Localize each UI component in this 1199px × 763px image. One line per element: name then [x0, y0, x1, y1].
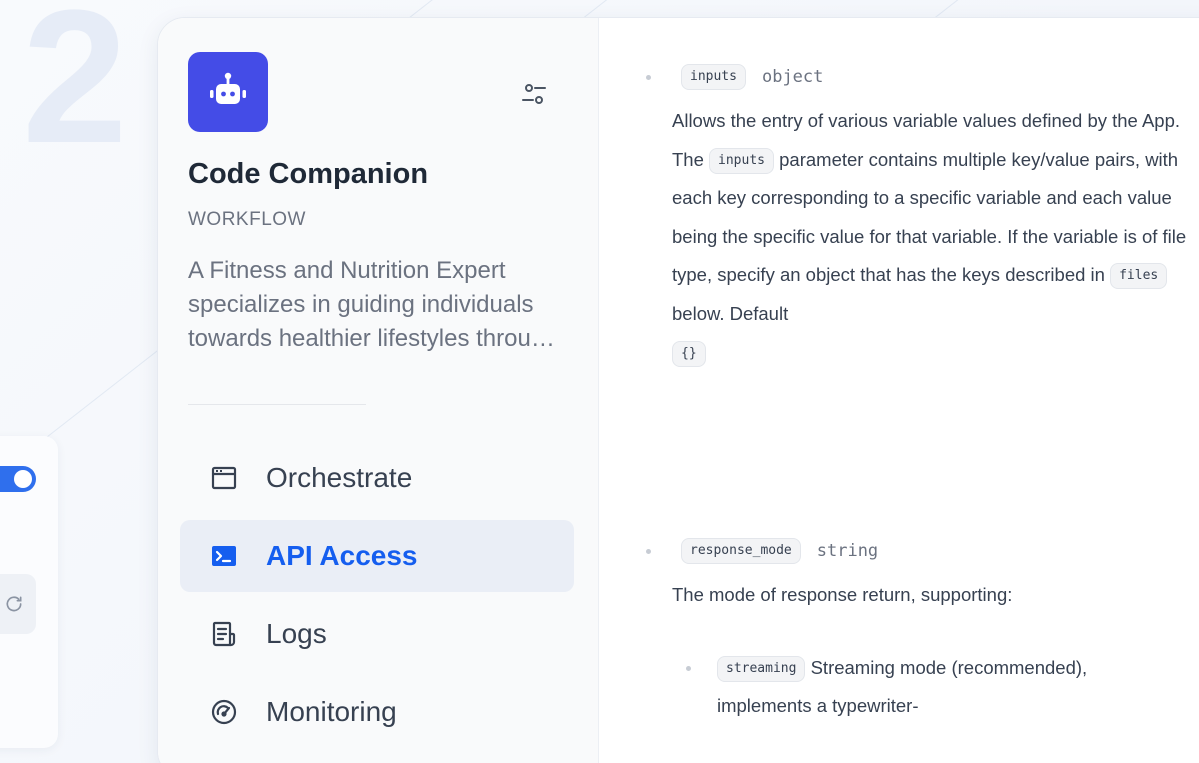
api-docs-pane: inputs object Allows the entry of variou… — [636, 18, 1199, 763]
nav-label: Monitoring — [266, 696, 397, 727]
param-name: response_mode — [681, 538, 801, 564]
app-sidebar: Code Companion WORKFLOW A Fitness and Nu… — [158, 18, 599, 763]
inline-code: inputs — [709, 147, 774, 174]
inline-code: files — [1110, 263, 1168, 290]
param-header: inputs object — [636, 62, 1196, 92]
option-text: streaming Streaming mode (recommended), … — [717, 649, 1157, 725]
list-bullet — [686, 665, 691, 671]
app-type-label: WORKFLOW — [188, 209, 306, 230]
nav-label: Orchestrate — [266, 462, 413, 493]
description-text: below. Default — [672, 302, 789, 324]
settings-sliders-icon[interactable] — [520, 80, 548, 108]
param-response-mode: response_mode string The mode of respons… — [636, 536, 1196, 725]
step-number: 2 — [22, 0, 128, 183]
list-bullet — [646, 548, 651, 554]
param-header: response_mode string — [636, 536, 1196, 566]
window-icon — [210, 464, 238, 492]
terminal-icon — [210, 542, 238, 570]
param-name: inputs — [681, 64, 746, 90]
param-description: Allows the entry of various variable val… — [672, 102, 1196, 372]
screen: 2 Code Companion WORKFLOW A Fitness and … — [0, 0, 1199, 763]
robot-icon — [210, 72, 246, 104]
nav-label: Logs — [266, 618, 327, 649]
list-bullet — [646, 74, 651, 80]
toggle-switch[interactable] — [0, 466, 36, 492]
nav-item-logs[interactable]: Logs — [180, 598, 574, 670]
default-value-code: {} — [672, 340, 706, 367]
list-item: streaming Streaming mode (recommended), … — [672, 649, 1196, 725]
param-inputs: inputs object Allows the entry of variou… — [636, 62, 1196, 372]
app-nav: Orchestrate API Access Logs Monitoring — [180, 442, 574, 754]
nav-label: API Access — [266, 540, 418, 571]
app-description: A Fitness and Nutrition Expert specializ… — [188, 257, 558, 352]
param-type: string — [816, 541, 879, 561]
param-type: object — [761, 67, 824, 87]
app-title: Code Companion — [188, 158, 429, 190]
nav-item-monitoring[interactable]: Monitoring — [180, 676, 574, 748]
gauge-icon — [210, 698, 238, 726]
nav-item-orchestrate[interactable]: Orchestrate — [180, 442, 574, 514]
option-code: streaming — [717, 655, 806, 682]
document-list-icon — [210, 620, 238, 648]
app-card: Code Companion WORKFLOW A Fitness and Nu… — [157, 17, 1199, 763]
app-icon — [188, 52, 268, 132]
refresh-icon — [6, 596, 22, 612]
nav-item-api-access[interactable]: API Access — [180, 520, 574, 592]
param-description: The mode of response return, supporting:… — [672, 576, 1196, 725]
description-text: The mode of response return, supporting: — [672, 584, 1013, 605]
divider — [188, 404, 366, 405]
refresh-button[interactable] — [0, 574, 36, 634]
